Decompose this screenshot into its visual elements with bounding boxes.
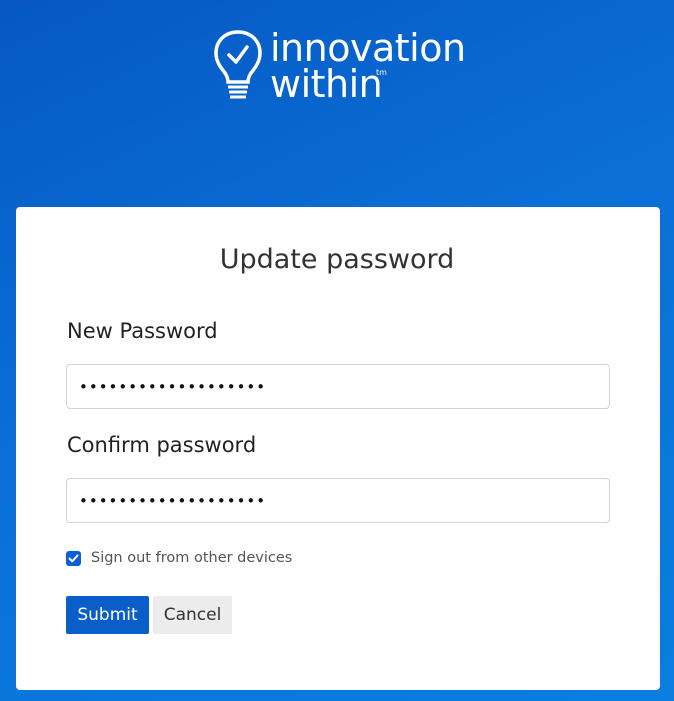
submit-button[interactable]: Submit bbox=[66, 596, 149, 634]
new-password-input[interactable]: ••••••••••••••••••• bbox=[66, 364, 610, 409]
new-password-value: ••••••••••••••••••• bbox=[79, 377, 267, 396]
new-password-label: New Password bbox=[67, 319, 218, 343]
trademark-mark: tm bbox=[376, 68, 387, 77]
signout-other-devices-label[interactable]: Sign out from other devices bbox=[91, 550, 292, 566]
lightbulb-check-icon bbox=[214, 30, 262, 99]
confirm-password-input[interactable]: ••••••••••••••••••• bbox=[66, 478, 610, 523]
page-title: Update password bbox=[219, 244, 455, 275]
confirm-password-label: Confirm password bbox=[67, 433, 257, 457]
brand-logo: innovation within tm bbox=[212, 28, 466, 108]
brand-wordmark: innovation within bbox=[270, 29, 466, 106]
signout-other-devices-checkbox[interactable] bbox=[66, 550, 81, 566]
cancel-button[interactable]: Cancel bbox=[153, 596, 232, 634]
confirm-password-value: ••••••••••••••••••• bbox=[79, 491, 267, 510]
brand-line2: within bbox=[270, 62, 383, 106]
checkmark-icon bbox=[68, 554, 79, 562]
signout-other-devices-row: Sign out from other devices bbox=[66, 550, 292, 566]
